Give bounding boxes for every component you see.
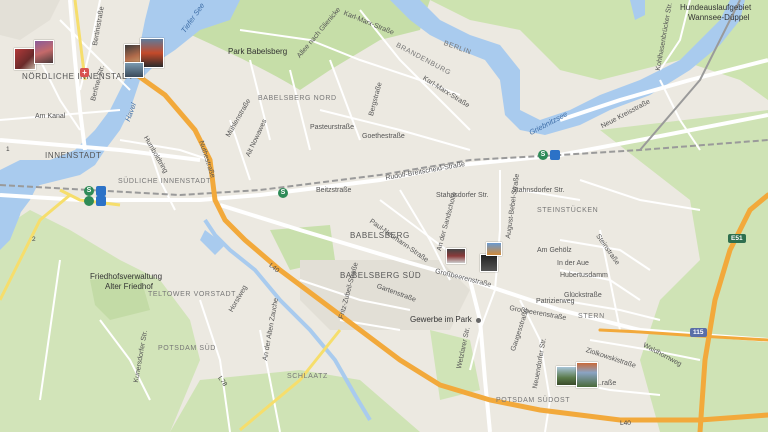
district-label: SÜDLICHE INNENSTADT [118,178,211,185]
district-label: STERN [578,313,605,320]
station-icon[interactable]: S [278,188,288,198]
district-label: TELTOWER VORSTADT [148,291,236,298]
district-label: NÖRDLICHE INNENSTADT [22,72,134,81]
photo-thumbnail-icon[interactable] [446,248,466,264]
street-label: In der Aue [557,260,589,267]
photo-thumbnail-icon[interactable] [124,62,144,78]
district-label: POTSDAM SÜDOST [496,397,571,404]
poi-marker[interactable] [476,318,481,323]
district-label: STEINSTÜCKEN [537,207,599,214]
district-label: SCHLAATZ [287,373,328,380]
district-label: BABELSBERG NORD [258,95,337,102]
street-label: Beitzstraße [316,187,352,194]
road-number: 2 [32,236,36,243]
poi-label[interactable]: Wannsee-Düppel [688,14,750,22]
station-transit-icon[interactable] [96,196,106,206]
street-label: Am Kanal [35,113,66,120]
station-icon[interactable]: S [84,186,94,196]
hospital-icon[interactable]: + [80,68,89,77]
district-label: POTSDAM SÜD [158,345,216,352]
station-icon[interactable]: S [538,150,548,160]
street-label: Hubertusdamm [560,272,608,279]
station-icon[interactable] [84,196,94,206]
station-transit-icon[interactable] [96,186,106,196]
station-transit-icon[interactable] [550,150,560,160]
district-label: INNENSTADT [45,151,102,160]
photo-thumbnail-icon[interactable] [480,254,498,272]
street-label: Stahnsdorfer Str. [512,187,565,194]
photo-thumbnail-icon[interactable] [34,40,54,64]
photo-thumbnail-icon[interactable] [576,362,598,388]
road-number: L40 [620,420,631,427]
road-number: 1 [6,146,10,153]
poi-label[interactable]: Hundeauslaufgebiet [680,4,751,12]
photo-thumbnail-icon[interactable] [486,242,502,256]
map-base [0,0,768,432]
street-label: Pasteurstraße [310,124,354,131]
street-label: ...raße [596,380,617,387]
street-label: Stahnsdorfer Str. [436,192,489,199]
street-label: Goethestraße [362,133,405,140]
road-shield: E51 [728,234,746,243]
poi-label[interactable]: Alter Friedhof [105,283,153,291]
photo-thumbnail-icon[interactable] [14,48,36,70]
poi-label[interactable]: Gewerbe im Park [410,316,472,324]
poi-label[interactable]: Park Babelsberg [228,48,287,56]
street-label: Patrizierweg [536,298,575,305]
street-label: Am Gehölz [537,247,572,254]
map-canvas[interactable]: NÖRDLICHE INNENSTADT INNENSTADT SÜDLICHE… [0,0,768,432]
poi-label[interactable]: Friedhofsverwaltung [90,273,162,281]
road-shield: 115 [690,328,707,337]
